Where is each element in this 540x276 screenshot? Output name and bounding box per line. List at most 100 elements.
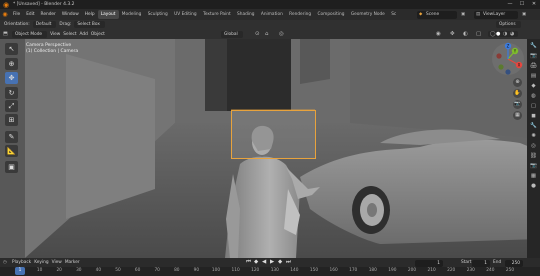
editor-type-icon[interactable]: ⬒: [3, 31, 12, 37]
move-icon[interactable]: ✥: [5, 72, 18, 84]
snap-icon[interactable]: ⌂: [265, 31, 269, 37]
particles-properties-icon[interactable]: ✺: [530, 133, 537, 140]
current-frame-indicator[interactable]: 1: [15, 267, 25, 275]
mode-dropdown[interactable]: Object Mode: [12, 30, 48, 38]
measure-icon[interactable]: 📐: [5, 145, 18, 157]
hand-icon[interactable]: ✋: [513, 89, 522, 98]
menu-help[interactable]: Help: [82, 9, 98, 20]
menu-window[interactable]: Window: [59, 9, 82, 20]
tab-compositing[interactable]: Compositing: [314, 10, 347, 19]
menu-render[interactable]: Render: [38, 9, 59, 20]
viewlayer-selector[interactable]: ▤ ViewLayer: [474, 10, 518, 19]
timeline-view-menu[interactable]: View: [52, 260, 62, 265]
tab-texture-paint[interactable]: Texture Paint: [200, 10, 234, 19]
transform-orientation-dropdown[interactable]: Global: [221, 30, 243, 38]
gizmo-toggle-icon[interactable]: ✥: [450, 31, 455, 37]
blender-window: ◉ * [Unsaved] - Blender 4.3.2 — ☐ ✕ ◉ Fi…: [0, 0, 540, 276]
tool-properties-icon[interactable]: 🔧: [530, 43, 537, 50]
collection-properties-icon[interactable]: ▢: [530, 103, 537, 110]
tab-uv-editing[interactable]: UV Editing: [171, 10, 200, 19]
frame-tick: 200: [407, 268, 417, 273]
menu-file[interactable]: File: [10, 9, 23, 20]
zoom-icon[interactable]: ⊕: [513, 78, 522, 87]
viewlayer-icon: ▤: [476, 11, 481, 17]
xray-toggle-icon[interactable]: ▢: [476, 31, 481, 37]
camera-icon[interactable]: 📷: [513, 100, 522, 109]
play-reverse-icon[interactable]: ◀: [262, 258, 266, 267]
render-properties-icon[interactable]: 📷: [530, 53, 537, 60]
solid-shading-icon[interactable]: ●: [496, 31, 500, 37]
blender-menu-icon[interactable]: ◉: [0, 11, 10, 18]
frame-tick: 170: [349, 268, 358, 273]
rendered-shading-icon[interactable]: ◕: [510, 31, 514, 37]
tab-animation[interactable]: Animation: [258, 10, 286, 19]
menu-add[interactable]: Add: [80, 32, 88, 37]
modifier-properties-icon[interactable]: 🔧: [530, 123, 537, 130]
viewlayer-browse-icon[interactable]: ▣: [522, 9, 526, 20]
maximize-button[interactable]: ☐: [516, 0, 528, 9]
cursor-icon[interactable]: ⊕: [5, 58, 18, 70]
menu-object[interactable]: Object: [91, 32, 105, 37]
add-cube-icon[interactable]: ▣: [5, 161, 18, 173]
rotate-icon[interactable]: ↻: [5, 87, 18, 99]
grid-icon[interactable]: ▦: [513, 111, 522, 120]
frame-tick: 210: [427, 268, 436, 273]
gizmo-z-label: Z: [507, 44, 510, 49]
timeline-playback-menu[interactable]: Playback: [12, 260, 31, 265]
visibility-icon[interactable]: ◉: [436, 31, 441, 37]
constraints-properties-icon[interactable]: ⛓: [530, 153, 537, 160]
wireframe-shading-icon[interactable]: ◯: [490, 31, 496, 37]
camera-frame[interactable]: [231, 110, 316, 159]
tab-modeling[interactable]: Modeling: [119, 10, 145, 19]
scene-browse-icon[interactable]: ▣: [461, 9, 465, 20]
close-button[interactable]: ✕: [528, 0, 540, 9]
scene-selector[interactable]: ◆ Scene: [417, 10, 457, 19]
end-frame-field[interactable]: 250: [505, 259, 523, 267]
timeline-editor-icon[interactable]: ◷: [3, 260, 12, 265]
pivot-point-icon[interactable]: ⊙: [255, 31, 260, 37]
frame-tick: 220: [447, 268, 456, 273]
3d-viewport[interactable]: Camera Perspective (1) Collection | Came…: [0, 39, 540, 258]
minimize-button[interactable]: —: [504, 0, 516, 9]
tab-shading[interactable]: Shading: [234, 10, 258, 19]
options-dropdown[interactable]: Options: [496, 21, 521, 28]
gizmo-x-label: X: [518, 63, 521, 68]
scale-icon[interactable]: ⤢: [5, 100, 18, 112]
texture-properties-icon[interactable]: ▦: [530, 173, 537, 180]
annotate-icon[interactable]: ✎: [5, 131, 18, 143]
current-frame-field[interactable]: 1: [415, 259, 443, 267]
tab-geometry-nodes[interactable]: Geometry Node: [348, 10, 388, 19]
navigation-gizmo[interactable]: X Y Z: [491, 42, 525, 76]
orientation-dropdown[interactable]: Default: [32, 21, 57, 28]
material-properties-icon[interactable]: ●: [530, 183, 537, 190]
play-icon[interactable]: ▶: [270, 258, 274, 267]
proportional-edit-icon[interactable]: ◎: [279, 31, 284, 37]
start-frame-field[interactable]: 1: [472, 259, 490, 267]
physics-properties-icon[interactable]: ◎: [530, 143, 537, 150]
material-shading-icon[interactable]: ◑: [503, 31, 507, 37]
world-properties-icon[interactable]: ◍: [530, 93, 537, 100]
output-properties-icon[interactable]: 🖨: [530, 63, 537, 70]
view-layer-properties-icon[interactable]: ▤: [530, 73, 537, 80]
transform-icon[interactable]: ⊞: [5, 114, 18, 126]
tab-scripting[interactable]: Sc: [388, 10, 399, 19]
next-keyframe-icon[interactable]: ◆: [278, 258, 282, 267]
menu-view[interactable]: View: [50, 32, 60, 37]
tab-layout[interactable]: Layout: [97, 10, 119, 19]
data-properties-icon[interactable]: 📷: [530, 163, 537, 170]
timeline-frame-ruler[interactable]: 10 20 30 40 50 60 70 80 90 100 110 120 130 140 150 160 1…: [0, 267, 540, 276]
menu-edit[interactable]: Edit: [23, 9, 37, 20]
tab-sculpting[interactable]: Sculpting: [145, 10, 171, 19]
scene-properties-icon[interactable]: ◆: [530, 83, 537, 90]
timeline-marker-menu[interactable]: Marker: [65, 260, 80, 265]
select-tool-cursor-icon[interactable]: ↖: [5, 43, 18, 55]
timeline-keying-menu[interactable]: Keying: [34, 260, 48, 265]
tab-rendering[interactable]: Rendering: [286, 10, 314, 19]
jump-end-icon[interactable]: ⏭: [286, 258, 291, 267]
overlay-toggle-icon[interactable]: ◐: [463, 31, 468, 37]
drag-dropdown[interactable]: Select Box: [74, 21, 105, 28]
jump-start-icon[interactable]: ⏮: [246, 258, 251, 267]
menu-select[interactable]: Select: [63, 32, 76, 37]
prev-keyframe-icon[interactable]: ◆: [254, 258, 258, 267]
object-properties-icon[interactable]: ◼: [530, 113, 537, 120]
